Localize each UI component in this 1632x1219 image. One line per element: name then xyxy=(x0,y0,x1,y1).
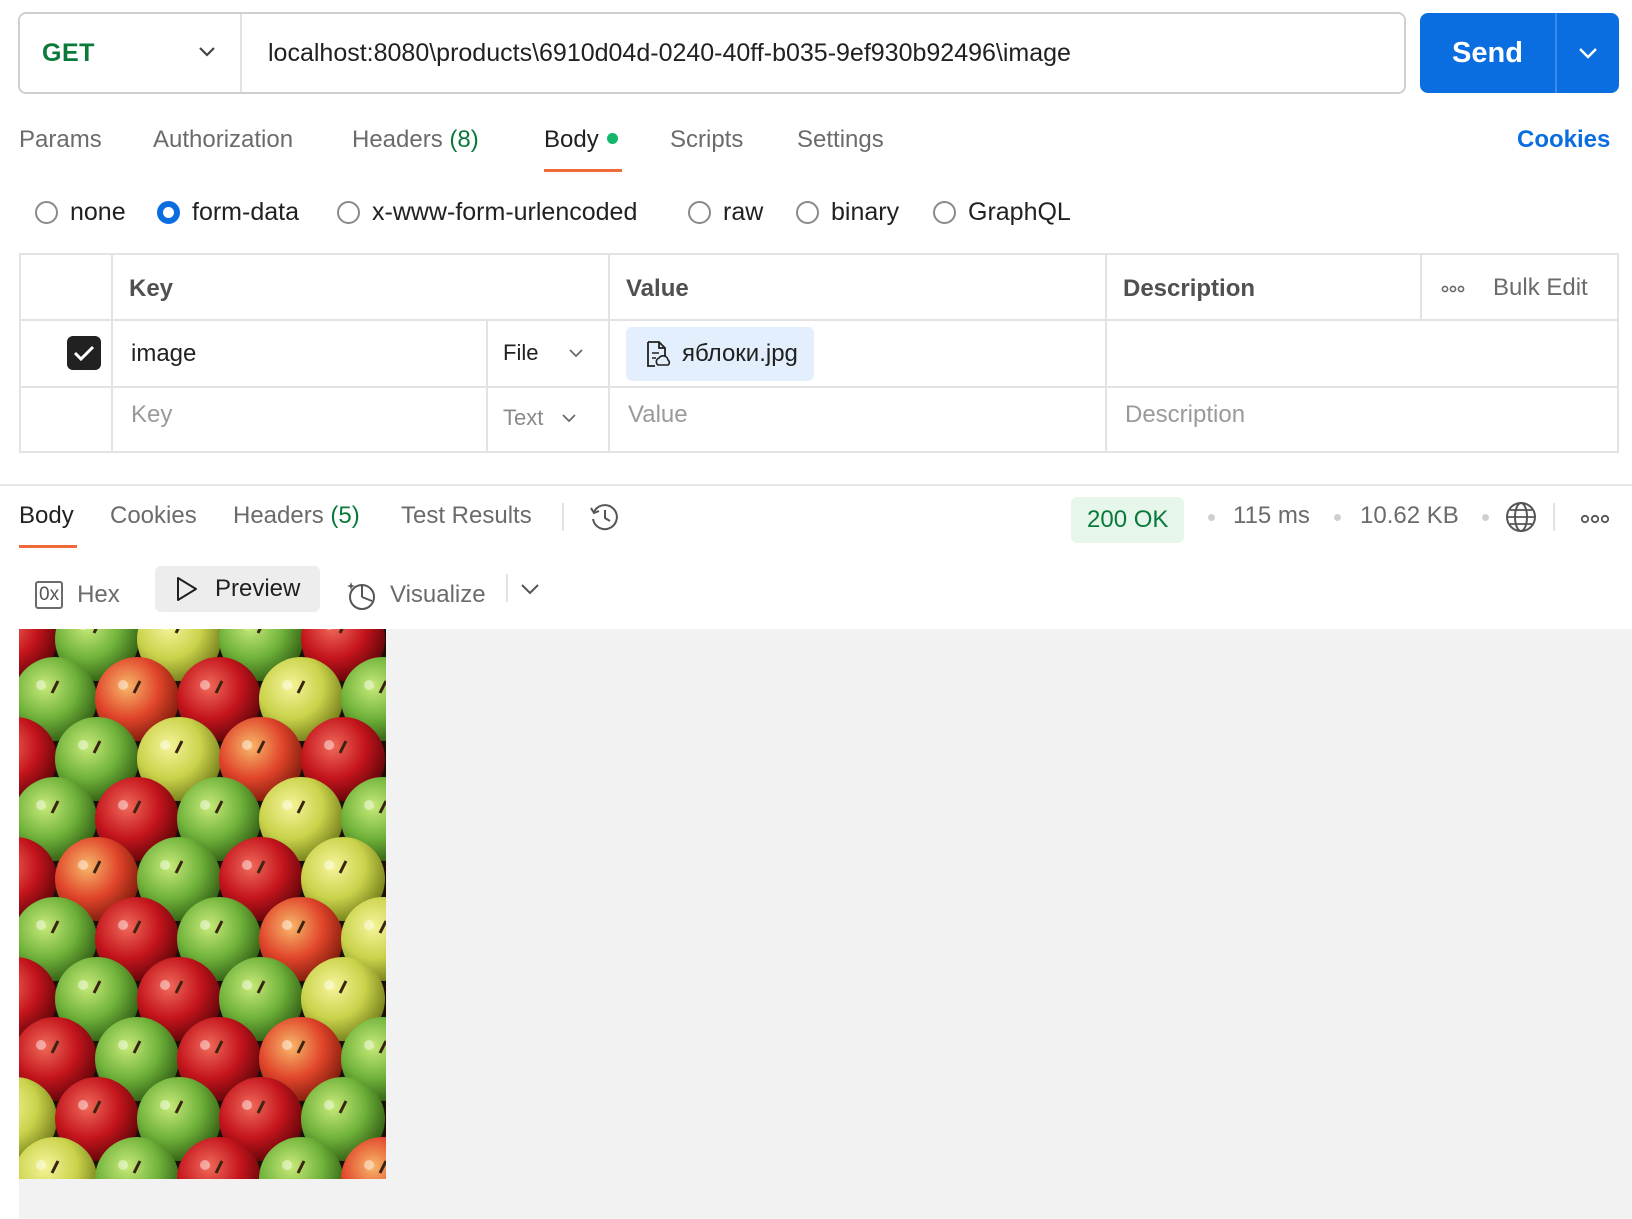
method-select[interactable]: GET xyxy=(20,14,242,92)
tab-settings[interactable]: Settings xyxy=(797,126,884,154)
response-size: 10.62 KB xyxy=(1360,502,1459,529)
key-cell[interactable]: image xyxy=(131,340,196,368)
radio-label: form-data xyxy=(192,198,299,226)
form-data-table: Key Value Description Bulk Edit image Fi… xyxy=(19,253,1619,453)
chevron-down-icon xyxy=(562,414,576,423)
history-icon[interactable] xyxy=(588,500,622,539)
column-header-key: Key xyxy=(129,275,174,302)
more-options-icon[interactable] xyxy=(1580,512,1610,530)
request-url-bar: GET localhost:8080\products\6910d04d-024… xyxy=(18,12,1406,94)
separator-dot xyxy=(1334,514,1341,521)
separator-dot xyxy=(1482,514,1489,521)
radio-none[interactable]: none xyxy=(35,198,126,227)
column-divider xyxy=(111,255,113,453)
visualize-view-button[interactable]: Visualize xyxy=(346,572,486,618)
radio-label: raw xyxy=(723,198,764,226)
chevron-down-icon xyxy=(569,349,584,358)
response-tab-headers[interactable]: Headers (5) xyxy=(233,502,360,530)
separator xyxy=(506,574,508,602)
row-divider xyxy=(21,319,1619,321)
play-icon xyxy=(177,577,197,601)
response-image xyxy=(19,629,386,1179)
send-button[interactable]: Send xyxy=(1420,13,1555,93)
column-divider xyxy=(1420,255,1422,320)
row-enabled-checkbox[interactable] xyxy=(67,336,101,370)
radio-label: x-www-form-urlencoded xyxy=(372,198,638,226)
response-time: 115 ms xyxy=(1233,502,1310,529)
response-tab-headers-count: (5) xyxy=(330,502,360,529)
separator xyxy=(1553,503,1555,531)
separator xyxy=(562,503,564,531)
type-select[interactable]: File xyxy=(503,340,584,366)
tab-headers[interactable]: Headers (8) xyxy=(352,126,479,154)
radio-label: GraphQL xyxy=(968,198,1071,226)
column-divider xyxy=(608,255,610,453)
tab-scripts[interactable]: Scripts xyxy=(670,126,743,154)
radio-circle-selected xyxy=(157,201,180,224)
preview-view-button[interactable]: Preview xyxy=(155,566,320,612)
radio-x-www-form-urlencoded[interactable]: x-www-form-urlencoded xyxy=(337,198,637,227)
preview-label: Preview xyxy=(215,575,301,602)
chevron-down-icon xyxy=(199,47,215,57)
globe-icon[interactable] xyxy=(1504,500,1538,539)
file-icon xyxy=(647,341,671,367)
response-tab-cookies[interactable]: Cookies xyxy=(110,502,197,530)
radio-circle xyxy=(933,201,956,224)
column-header-value: Value xyxy=(626,275,689,302)
description-input[interactable]: Description xyxy=(1125,401,1245,429)
checkmark-icon xyxy=(73,345,95,362)
active-tab-indicator xyxy=(19,545,77,548)
type-select[interactable]: Text xyxy=(503,405,577,431)
response-preview-area xyxy=(19,629,1632,1219)
url-input[interactable]: localhost:8080\products\6910d04d-0240-40… xyxy=(242,39,1071,68)
radio-label: binary xyxy=(831,198,900,226)
tab-body[interactable]: Body xyxy=(544,126,618,154)
column-header-description: Description xyxy=(1123,275,1256,302)
hex-icon: 0x xyxy=(35,581,64,609)
radio-binary[interactable]: binary xyxy=(796,198,899,227)
value-input[interactable]: Value xyxy=(628,401,688,429)
modified-dot-icon xyxy=(606,133,618,144)
type-label: File xyxy=(503,340,539,365)
file-name: яблоки.jpg xyxy=(682,340,798,367)
bulk-edit-button[interactable]: Bulk Edit xyxy=(1493,274,1588,302)
tab-body-label: Body xyxy=(544,126,599,153)
tab-headers-label: Headers xyxy=(352,126,443,153)
view-mode-dropdown[interactable] xyxy=(520,582,540,600)
response-tab-test-results[interactable]: Test Results xyxy=(401,502,532,530)
column-divider xyxy=(1105,255,1107,453)
send-button-group: Send xyxy=(1420,13,1619,93)
response-tab-body[interactable]: Body xyxy=(19,502,74,530)
separator-dot xyxy=(1208,514,1215,521)
status-badge: 200 OK xyxy=(1071,497,1185,543)
cookies-link[interactable]: Cookies xyxy=(1517,126,1610,154)
file-chip[interactable]: яблоки.jpg xyxy=(626,327,814,381)
more-options-icon[interactable] xyxy=(1441,281,1465,299)
radio-graphql[interactable]: GraphQL xyxy=(933,198,1071,227)
tab-params[interactable]: Params xyxy=(19,126,102,154)
radio-circle xyxy=(337,201,360,224)
radio-circle xyxy=(35,201,58,224)
row-divider xyxy=(21,386,1619,388)
hex-view-button[interactable]: 0x Hex xyxy=(35,572,120,618)
visualize-icon xyxy=(347,582,375,610)
radio-raw[interactable]: raw xyxy=(688,198,763,227)
send-options-button[interactable] xyxy=(1555,13,1619,93)
request-response-divider xyxy=(0,484,1632,486)
method-label: GET xyxy=(42,38,95,67)
response-tab-headers-label: Headers xyxy=(233,502,324,529)
chevron-down-icon xyxy=(1579,48,1597,59)
visualize-label: Visualize xyxy=(390,581,486,608)
radio-circle xyxy=(688,201,711,224)
hex-label: Hex xyxy=(77,581,120,608)
active-tab-indicator xyxy=(544,169,622,172)
key-input[interactable]: Key xyxy=(131,401,172,429)
tab-headers-count: (8) xyxy=(449,126,479,153)
radio-form-data[interactable]: form-data xyxy=(157,198,299,227)
radio-label: none xyxy=(70,198,126,226)
chevron-down-icon xyxy=(521,584,539,595)
type-label: Text xyxy=(503,405,544,430)
tab-authorization[interactable]: Authorization xyxy=(153,126,293,154)
radio-circle xyxy=(796,201,819,224)
